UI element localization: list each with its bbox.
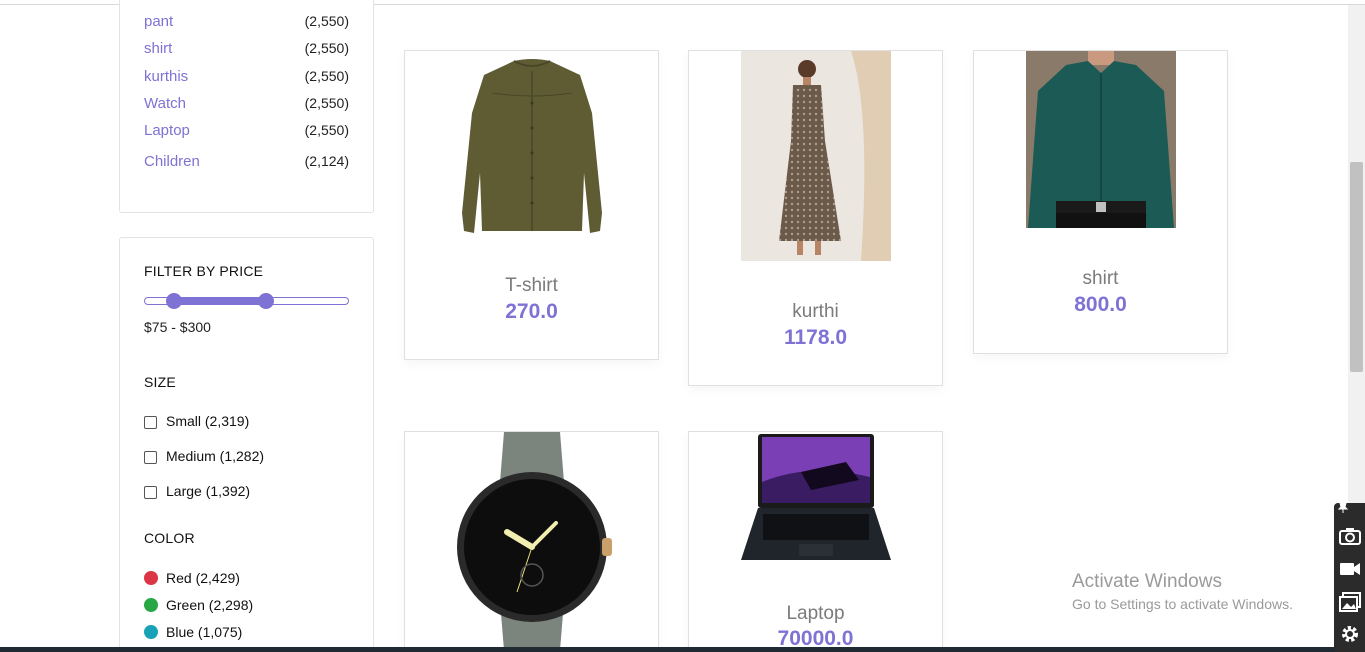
activate-windows-title: Activate Windows [1072, 571, 1222, 592]
category-count: (2,550) [304, 95, 349, 111]
category-label[interactable]: kurthis [144, 68, 188, 85]
product-image-teal-dress-shirt[interactable] [1025, 51, 1176, 228]
category-label[interactable]: shirt [144, 40, 172, 57]
product-image-olive-blouse[interactable] [452, 53, 612, 238]
price-slider-max-handle[interactable] [257, 293, 274, 309]
category-label[interactable]: Laptop [144, 122, 190, 139]
size-filter-title: SIZE [144, 374, 176, 390]
product-price: 270.0 [505, 300, 558, 323]
product-name[interactable]: Laptop [689, 603, 942, 625]
category-item-shirt[interactable]: shirt (2,550) [144, 40, 349, 62]
product-card[interactable]: T-shirt 270.0 [404, 50, 659, 360]
product-image-gaming-laptop[interactable] [740, 432, 891, 564]
size-option-label: Large (1,392) [166, 483, 251, 499]
color-option-green[interactable]: Green (2,298) [144, 595, 253, 615]
color-option-label: Red (2,429) [166, 570, 240, 586]
price-slider[interactable] [144, 293, 349, 309]
category-label[interactable]: pant [144, 13, 173, 30]
activate-windows-watermark: Activate Windows Go to Settings to activ… [1072, 571, 1293, 612]
color-swatch-red[interactable] [144, 571, 158, 585]
category-label[interactable]: Watch [144, 95, 186, 112]
color-swatch-green[interactable] [144, 598, 158, 612]
category-count: (2,550) [304, 68, 349, 84]
product-name[interactable]: shirt [974, 268, 1227, 290]
checkbox[interactable] [144, 486, 157, 499]
product-image-printed-kurthi-dress[interactable] [740, 51, 891, 261]
category-count: (2,550) [304, 40, 349, 56]
settings-icon[interactable] [1337, 621, 1362, 646]
category-item-kurthis[interactable]: kurthis (2,550) [144, 68, 349, 90]
product-price: 800.0 [1074, 293, 1127, 316]
category-count: (2,550) [304, 13, 349, 29]
color-option-red[interactable]: Red (2,429) [144, 568, 240, 588]
checkbox[interactable] [144, 416, 157, 429]
product-name[interactable]: kurthi [689, 301, 942, 323]
category-count: (2,550) [304, 122, 349, 138]
category-item-laptop[interactable]: Laptop (2,550) [144, 122, 349, 144]
product-card[interactable]: Laptop 70000.0 [688, 431, 943, 652]
size-option-label: Medium (1,282) [166, 448, 265, 464]
category-label[interactable]: Children [144, 153, 200, 170]
color-filter-title: COLOR [144, 530, 195, 546]
taskbar-edge [0, 647, 1335, 652]
category-item-children[interactable]: Children (2,124) [144, 153, 349, 175]
price-slider-range [173, 298, 266, 304]
product-card[interactable]: shirt 800.0 [973, 50, 1228, 354]
category-item-pant[interactable]: pant (2,550) [144, 13, 349, 35]
product-price: 1178.0 [783, 326, 848, 349]
category-list-card: pant (2,550) shirt (2,550) kurthis (2,55… [119, 0, 374, 213]
category-count: (2,124) [304, 153, 349, 169]
size-option-label: Small (2,319) [166, 413, 250, 429]
size-option-small[interactable]: Small (2,319) [144, 411, 249, 431]
price-slider-min-handle[interactable] [165, 293, 182, 309]
price-range-text: $75 - $300 [144, 319, 211, 335]
price-filter-title: FILTER BY PRICE [144, 263, 264, 279]
activate-windows-subtitle: Go to Settings to activate Windows. [1072, 596, 1293, 612]
scrollbar-thumb[interactable] [1350, 162, 1363, 372]
product-card[interactable]: kurthi 1178.0 [688, 50, 943, 386]
camera-icon[interactable] [1337, 523, 1362, 548]
color-option-label: Green (2,298) [166, 597, 254, 613]
gallery-icon[interactable] [1337, 589, 1362, 614]
product-name[interactable]: T-shirt [405, 275, 658, 297]
size-option-medium[interactable]: Medium (1,282) [144, 446, 264, 466]
color-option-label: Blue (1,075) [166, 624, 243, 640]
checkbox[interactable] [144, 451, 157, 464]
category-item-watch[interactable]: Watch (2,550) [144, 95, 349, 117]
color-swatch-blue[interactable] [144, 625, 158, 639]
color-option-blue[interactable]: Blue (1,075) [144, 622, 242, 642]
video-icon[interactable] [1337, 556, 1362, 581]
size-option-large[interactable]: Large (1,392) [144, 481, 250, 501]
product-image-smartwatch[interactable] [452, 432, 612, 650]
filter-card: FILTER BY PRICE $75 - $300 SIZE Small (2… [119, 237, 374, 652]
pin-icon[interactable] [1336, 501, 1350, 515]
product-card[interactable] [404, 431, 659, 652]
floating-capture-toolbar [1334, 501, 1365, 652]
